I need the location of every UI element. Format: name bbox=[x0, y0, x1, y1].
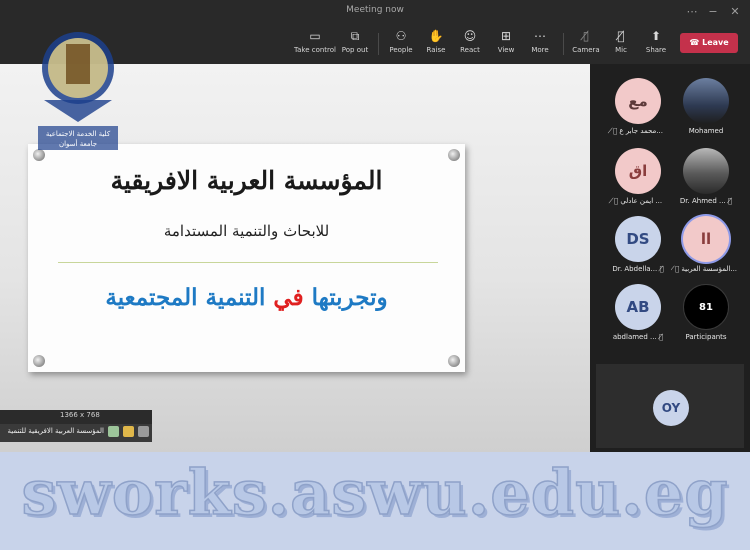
slide-divider bbox=[58, 262, 438, 263]
slide-card: المؤسسة العربية الافريقية للابحاث والتنم… bbox=[28, 144, 465, 372]
taskbar-strip: 1366 x 768 bbox=[0, 410, 152, 424]
participant-tile[interactable]: اا 🎙̸ المؤسسة العربية... bbox=[671, 216, 741, 273]
minimize-icon[interactable]: − bbox=[701, 2, 725, 22]
settings-icon[interactable] bbox=[138, 426, 149, 437]
watermark-banner: sworks.aswu.edu.eg bbox=[0, 452, 750, 550]
pin-icon bbox=[448, 355, 460, 367]
avatar: DS bbox=[615, 216, 661, 262]
share-button[interactable]: ⬆ Share bbox=[634, 28, 678, 62]
avatar-photo bbox=[683, 78, 729, 124]
self-avatar: OY bbox=[653, 390, 689, 426]
close-window-icon[interactable]: ✕ bbox=[723, 2, 747, 22]
shared-window-taskbar: 1366 x 768 المؤسسة العربية الافريقية للت… bbox=[0, 410, 152, 442]
share-icon: ⬆ bbox=[650, 29, 662, 43]
slide-tagline: وتجربتها في التنمية المجتمعية bbox=[105, 284, 388, 311]
avatar-photo bbox=[683, 148, 729, 194]
check-icon[interactable] bbox=[108, 426, 119, 437]
mic-off-icon: 🎙̸ bbox=[725, 197, 733, 205]
slide-title: المؤسسة العربية الافريقية bbox=[110, 166, 383, 195]
window-title: Meeting now bbox=[346, 5, 404, 15]
participant-tile[interactable]: AB abdlamed ... 🎙̸ bbox=[603, 284, 673, 341]
participant-tile[interactable]: مع 🎙̸ محمد جابر ع... bbox=[603, 78, 673, 135]
participant-tile[interactable]: Mohamed bbox=[671, 78, 741, 135]
screen-size-label: 1366 x 768 bbox=[60, 411, 100, 419]
leave-button[interactable]: ☎ Leave bbox=[680, 33, 738, 53]
pop-out-button[interactable]: ⧉ Pop out bbox=[333, 28, 377, 62]
folder-icon[interactable] bbox=[123, 426, 134, 437]
take-control-button[interactable]: ▭ Take control bbox=[293, 28, 337, 62]
avatar: مع bbox=[615, 78, 661, 124]
taskbar-caption: المؤسسة العربية الافريقية للتنمية bbox=[7, 427, 105, 435]
website-watermark: sworks.aswu.edu.eg bbox=[21, 455, 729, 530]
participants-count: 81 bbox=[683, 284, 729, 330]
slide-subtitle: للابحاث والتنمية المستدامة bbox=[163, 222, 330, 240]
title-bar: Meeting now ⋯ − ✕ bbox=[0, 0, 750, 24]
avatar: اق bbox=[615, 148, 661, 194]
participant-tile[interactable]: اق 🎙̸ ايمن عادلي ... bbox=[603, 148, 673, 205]
participant-tile[interactable]: DS Dr. Abdella... 🎙̸ bbox=[603, 216, 673, 273]
participant-tile[interactable]: Dr. Ahmed ... 🎙̸ bbox=[671, 148, 741, 205]
mic-off-icon: 🎙̸ bbox=[657, 265, 664, 273]
take-control-icon: ▭ bbox=[309, 29, 321, 43]
avatar-speaking: اا bbox=[683, 216, 729, 262]
pin-icon bbox=[33, 355, 45, 367]
avatar: AB bbox=[615, 284, 661, 330]
mic-off-icon: 🎙̸ bbox=[656, 333, 664, 341]
faculty-logo: كلية الخدمة الاجتماعية جامعة أسوان bbox=[38, 32, 118, 150]
more-icon: ⋯ bbox=[534, 29, 546, 43]
pop-out-icon: ⧉ bbox=[350, 29, 360, 43]
participants-count-tile[interactable]: 81 Participants bbox=[671, 284, 741, 341]
phone-hangup-icon: ☎ bbox=[689, 38, 700, 47]
pin-icon bbox=[448, 149, 460, 161]
more-button[interactable]: ⋯ More bbox=[518, 28, 562, 62]
logo-text-line2: جامعة أسوان bbox=[59, 139, 97, 148]
self-video-tile[interactable]: OY bbox=[596, 364, 744, 448]
logo-text-line1: كلية الخدمة الاجتماعية bbox=[46, 130, 111, 138]
